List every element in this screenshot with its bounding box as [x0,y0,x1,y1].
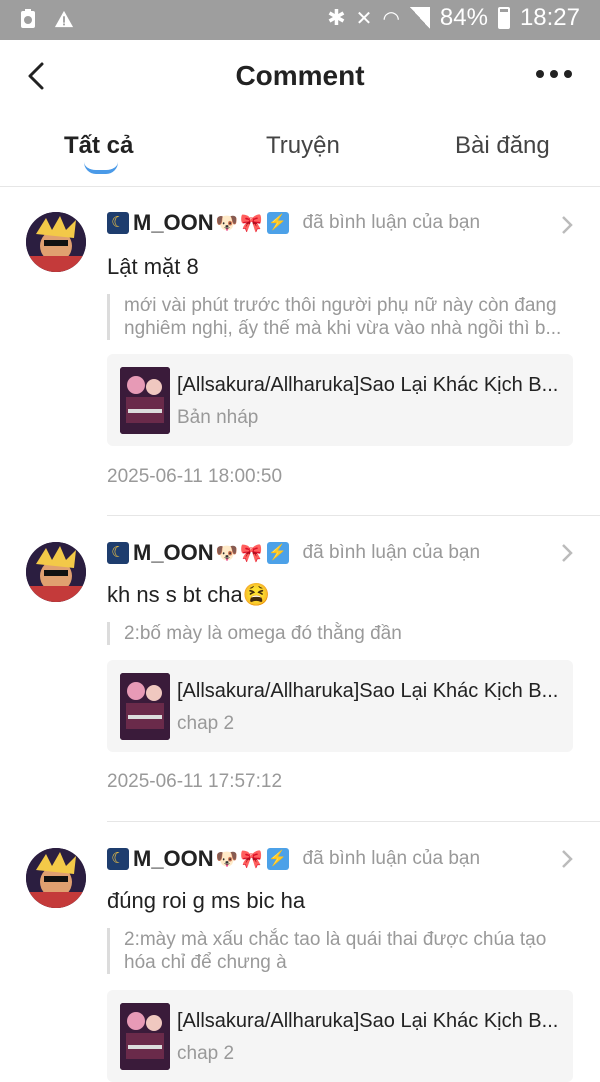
timestamp: 2025-06-11 18:00:50 [107,466,283,487]
tab-all[interactable]: Tất cả [64,132,133,160]
story-cover [120,673,170,740]
avatar[interactable] [26,848,86,908]
story-chapter: chap 2 [177,1043,235,1064]
story-card[interactable]: [Allsakura/Allharuka]Sao Lại Khác Kịch B… [107,354,573,446]
comment-text: đúng roi g ms bic ha [107,888,306,913]
status-right-icons: ✱ ✕ ◠ 84% 18:27 [327,4,580,32]
bow-icon: 🎀 [240,212,263,233]
app-header: Comment [0,40,600,116]
quote-line: 2:mày mà xấu chắc tao là quái thai được … [124,929,547,950]
clock: 18:27 [519,4,580,31]
status-bar: ✱ ✕ ◠ 84% 18:27 [0,0,600,40]
story-chapter: Bản nháp [177,407,259,428]
bow-icon: 🎀 [240,542,263,563]
bluetooth-icon: ✱ [327,5,346,30]
comment-item[interactable]: ☾ M_OON 🐶 🎀 ⚡ đã bình luận của bạn kh ns… [0,516,600,822]
chevron-right-icon[interactable] [560,214,574,236]
story-title: [Allsakura/Allharuka]Sao Lại Khác Kịch B… [177,374,559,396]
comment-text: Lật mặt 8 [107,254,199,279]
quoted-text: mới vài phút trước thôi người phụ nữ này… [107,294,572,340]
page-title: Comment [235,60,365,91]
comment-action: đã bình luận của bạn [302,848,481,869]
active-tab-indicator [84,162,118,174]
comment-action: đã bình luận của bạn [302,542,481,563]
lightning-icon: ⚡ [266,848,289,870]
user-line: ☾ M_OON 🐶 🎀 ⚡ đã bình luận của bạn [107,538,480,568]
dog-icon: 🐶 [215,848,239,869]
timestamp: 2025-06-11 17:57:12 [107,771,283,792]
dog-icon: 🐶 [215,542,239,563]
story-cover [120,367,170,434]
quote-line: nghiêm nghị, ấy thế mà khi vừa vào nhà n… [124,318,562,339]
signal-icon [409,7,430,29]
recycle-icon [21,9,35,28]
comment-item[interactable]: ☾ M_OON 🐶 🎀 ⚡ đã bình luận của bạn đúng … [0,822,600,1082]
avatar[interactable] [26,212,86,272]
wifi-icon: ◠ [382,7,400,30]
story-cover [120,1003,170,1070]
comment-text: kh ns s bt cha😫 [107,582,271,607]
tab-bar: Tất cả Truyện Bài đăng [0,116,600,187]
tab-posts[interactable]: Bài đăng [455,132,550,160]
user-line: ☾ M_OON 🐶 🎀 ⚡ đã bình luận của bạn [107,208,480,238]
quoted-text: 2:bố mày là omega đó thằng đần [107,622,572,645]
comment-item[interactable]: ☾ M_OON 🐶 🎀 ⚡ đã bình luận của bạn Lật m… [0,186,600,516]
mute-icon: ✕ [355,7,373,30]
quote-line: mới vài phút trước thôi người phụ nữ này… [124,295,557,316]
more-icon[interactable] [536,70,572,78]
username[interactable]: M_OON [133,210,214,236]
user-line: ☾ M_OON 🐶 🎀 ⚡ đã bình luận của bạn [107,844,480,874]
chevron-right-icon[interactable] [560,848,574,870]
dog-icon: 🐶 [215,212,239,233]
moon-icon: ☾ [107,542,129,564]
comment-action: đã bình luận của bạn [302,212,481,233]
quote-line: hóa chỉ để chưng à [124,952,287,973]
lightning-icon: ⚡ [266,542,289,564]
moon-icon: ☾ [107,848,129,870]
username[interactable]: M_OON [133,846,214,872]
quoted-text: 2:mày mà xấu chắc tao là quái thai được … [107,928,572,974]
chevron-right-icon[interactable] [560,542,574,564]
tab-stories[interactable]: Truyện [266,132,340,160]
battery-percent: 84% [439,4,488,31]
quote-line: 2:bố mày là omega đó thằng đần [124,623,402,644]
avatar[interactable] [26,542,86,602]
battery-icon [497,7,510,29]
story-title: [Allsakura/Allharuka]Sao Lại Khác Kịch B… [177,680,559,702]
warning-icon [54,10,74,28]
story-card[interactable]: [Allsakura/Allharuka]Sao Lại Khác Kịch B… [107,660,573,752]
lightning-icon: ⚡ [266,212,289,234]
story-chapter: chap 2 [177,713,235,734]
story-card[interactable]: [Allsakura/Allharuka]Sao Lại Khác Kịch B… [107,990,573,1082]
story-title: [Allsakura/Allharuka]Sao Lại Khác Kịch B… [177,1010,559,1032]
username[interactable]: M_OON [133,540,214,566]
moon-icon: ☾ [107,212,129,234]
status-left-icons [18,8,74,30]
bow-icon: 🎀 [240,848,263,869]
